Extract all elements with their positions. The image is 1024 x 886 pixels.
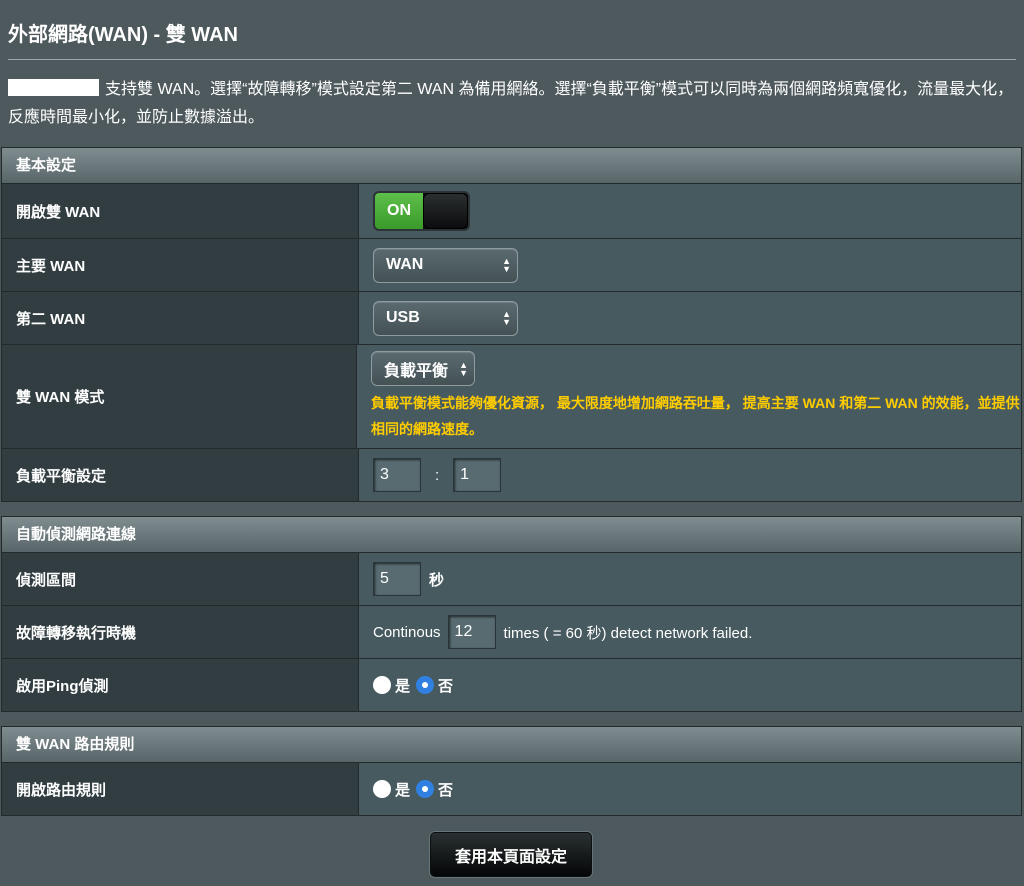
routing-enable-label: 開啟路由規則 bbox=[2, 763, 359, 815]
toggle-on-label: ON bbox=[375, 193, 423, 229]
updown-arrows-icon: ▲ ▼ bbox=[459, 359, 468, 378]
enable-dual-wan-label: 開啟雙 WAN bbox=[2, 184, 359, 238]
load-balance-row: 負載平衡設定 3 : 1 bbox=[2, 449, 1021, 501]
ping-no-label: 否 bbox=[438, 677, 454, 695]
ping-no-radio[interactable] bbox=[416, 676, 435, 694]
failover-suffix: times ( = 60 秒) detect network failed. bbox=[503, 624, 753, 642]
routing-section: 雙 WAN 路由規則 開啟路由規則 是 否 bbox=[1, 726, 1022, 816]
basic-settings-header: 基本設定 bbox=[2, 148, 1021, 184]
routing-header: 雙 WAN 路由規則 bbox=[2, 727, 1021, 763]
load-balance-label: 負載平衡設定 bbox=[2, 449, 359, 501]
detect-interval-unit: 秒 bbox=[429, 571, 445, 589]
routing-enable-row: 開啟路由規則 是 否 bbox=[2, 763, 1021, 815]
failover-label: 故障轉移執行時機 bbox=[2, 606, 359, 658]
dual-wan-toggle[interactable]: ON bbox=[373, 191, 470, 231]
secondary-wan-value: USB bbox=[386, 309, 420, 326]
detect-interval-label: 偵測區間 bbox=[2, 553, 359, 605]
load-balance-separator: : bbox=[435, 466, 440, 484]
primary-wan-label: 主要 WAN bbox=[2, 239, 359, 291]
redacted-product-name bbox=[8, 79, 99, 96]
detect-interval-row: 偵測區間 5 秒 bbox=[2, 553, 1021, 606]
failover-count-input[interactable]: 12 bbox=[447, 615, 496, 649]
primary-wan-row: 主要 WAN WAN ▲ ▼ bbox=[2, 239, 1021, 292]
secondary-wan-row: 第二 WAN USB ▲ ▼ bbox=[2, 292, 1021, 345]
routing-no-label: 否 bbox=[438, 781, 454, 799]
dual-wan-mode-label: 雙 WAN 模式 bbox=[2, 345, 357, 448]
dual-wan-mode-select[interactable]: 負載平衡 ▲ ▼ bbox=[371, 351, 475, 386]
ping-label: 啟用Ping偵測 bbox=[2, 659, 359, 711]
dual-wan-mode-value: 負載平衡 bbox=[384, 362, 449, 380]
secondary-wan-select[interactable]: USB ▲ ▼ bbox=[373, 300, 518, 336]
failover-row: 故障轉移執行時機 Continous 12 times ( = 60 秒) de… bbox=[2, 606, 1021, 659]
routing-no-radio[interactable] bbox=[416, 780, 435, 798]
routing-yes-radio[interactable] bbox=[373, 780, 391, 798]
enable-dual-wan-row: 開啟雙 WAN ON bbox=[2, 184, 1021, 239]
routing-yes-label: 是 bbox=[395, 781, 411, 799]
intro-text: 支持雙 WAN。選擇“故障轉移”模式設定第二 WAN 為備用網絡。選擇“負載平衡… bbox=[8, 76, 1020, 132]
load-balance-left-input[interactable]: 3 bbox=[373, 458, 421, 492]
ping-yes-label: 是 bbox=[395, 677, 411, 695]
intro-description: 支持雙 WAN。選擇“故障轉移”模式設定第二 WAN 為備用網絡。選擇“負載平衡… bbox=[8, 81, 1014, 126]
detect-interval-input[interactable]: 5 bbox=[373, 562, 421, 596]
basic-settings-section: 基本設定 開啟雙 WAN ON 主要 WAN WAN ▲ ▼ 第二 WAN USB… bbox=[1, 147, 1022, 502]
ping-yes-radio[interactable] bbox=[373, 676, 391, 694]
detect-section: 自動偵測網路連線 偵測區間 5 秒 故障轉移執行時機 Continous 12 … bbox=[1, 516, 1022, 712]
dual-wan-mode-hint: 負載平衡模式能夠優化資源， 最大限度地增加網路吞吐量， 提高主要 WAN 和第二… bbox=[371, 395, 1020, 437]
detect-header: 自動偵測網路連線 bbox=[2, 517, 1021, 553]
ping-row: 啟用Ping偵測 是 否 bbox=[2, 659, 1021, 711]
load-balance-right-input[interactable]: 1 bbox=[453, 458, 502, 492]
updown-arrows-icon: ▲ ▼ bbox=[502, 309, 511, 327]
title-divider bbox=[8, 59, 1016, 60]
updown-arrows-icon: ▲ ▼ bbox=[502, 256, 511, 274]
toggle-knob bbox=[423, 193, 468, 229]
secondary-wan-label: 第二 WAN bbox=[2, 292, 359, 344]
page-title: 外部網路(WAN) - 雙 WAN bbox=[8, 24, 238, 46]
dual-wan-mode-row: 雙 WAN 模式 負載平衡 ▲ ▼ 負載平衡模式能夠優化資源， 最大限度地增加網路… bbox=[2, 345, 1021, 449]
apply-settings-button[interactable]: 套用本頁面設定 bbox=[430, 832, 592, 877]
failover-prefix: Continous bbox=[373, 623, 441, 641]
primary-wan-value: WAN bbox=[386, 256, 424, 273]
primary-wan-select[interactable]: WAN ▲ ▼ bbox=[373, 247, 518, 283]
